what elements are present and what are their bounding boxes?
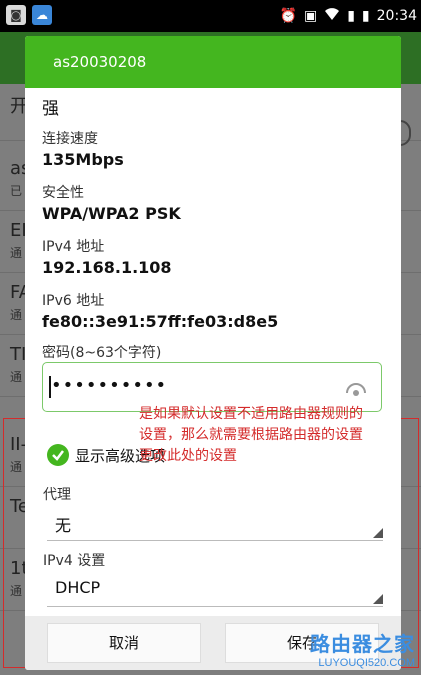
ipv4-settings-value: DHCP <box>55 578 101 597</box>
dropdown-triangle-icon <box>373 528 383 538</box>
wifi-icon <box>324 7 340 25</box>
dialog-title: as20030208 <box>25 36 401 88</box>
link-speed-value: 135Mbps <box>42 150 124 169</box>
ipv4-settings-select[interactable]: DHCP <box>47 572 383 607</box>
advanced-options-checkbox[interactable] <box>47 444 69 466</box>
alarm-icon: ⏰ <box>279 8 297 24</box>
ipv4-settings-label: IPv4 设置 <box>43 553 106 569</box>
annotation-text: 是如果默认设置不适用路由器规则的设置，那么就需要根据路由器的设置更改此处的设置 <box>139 406 363 464</box>
ipv6-address-label: IPv6 地址 <box>42 293 105 309</box>
proxy-label: 代理 <box>43 487 71 503</box>
watermark-title: 路由器之家 <box>310 632 415 656</box>
signal-strength-value: 强 <box>42 99 59 119</box>
security-label: 安全性 <box>42 185 84 201</box>
wifi-details-dialog: as20030208 强 连接速度 135Mbps 安全性 WPA/WPA2 P… <box>25 36 401 670</box>
dropdown-triangle-icon <box>373 594 383 604</box>
checkmark-icon <box>52 450 64 461</box>
proxy-value: 无 <box>55 516 72 535</box>
screenshot-app-icon: ◙ <box>6 5 26 25</box>
ipv4-address-value: 192.168.1.108 <box>42 258 172 277</box>
notification-icon: ▣ <box>303 8 318 24</box>
cancel-button[interactable]: 取消 <box>47 623 201 663</box>
watermark: 路由器之家 LUYOUQI520.COM <box>285 628 415 669</box>
password-label: 密码(8~63个字符) <box>42 345 162 361</box>
battery-icon: ▮ <box>361 8 370 24</box>
status-time: 20:34 <box>376 8 417 24</box>
status-bar: ◙ ☁ ⏰ ▣ ▮ ▮ 20:34 <box>0 0 421 32</box>
cloud-app-icon: ☁ <box>32 5 52 25</box>
show-password-icon[interactable] <box>345 377 367 399</box>
watermark-url: LUYOUQI520.COM <box>318 657 415 669</box>
proxy-select[interactable]: 无 <box>47 506 383 541</box>
ipv6-address-value: fe80::3e91:57ff:fe03:d8e5 <box>42 312 279 331</box>
ipv4-address-label: IPv4 地址 <box>42 239 105 255</box>
link-speed-label: 连接速度 <box>42 131 98 147</box>
security-value: WPA/WPA2 PSK <box>42 204 181 223</box>
signal-icon: ▮ <box>347 8 355 24</box>
password-value: •••••••••• <box>51 375 168 396</box>
